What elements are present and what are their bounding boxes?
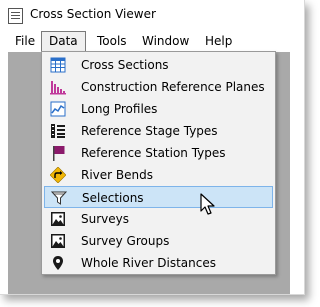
menu-data[interactable]: Data xyxy=(41,31,86,52)
menu-item-reference-station-types[interactable]: Reference Station Types xyxy=(44,142,273,164)
image-icon xyxy=(51,234,65,248)
image-icon xyxy=(51,212,65,226)
menu-item-label: Cross Sections xyxy=(81,58,169,72)
river-bend-sign-icon xyxy=(50,167,66,183)
menu-item-surveys[interactable]: Surveys xyxy=(44,208,273,230)
menu-tools[interactable]: Tools xyxy=(90,31,134,52)
stage-list-icon xyxy=(51,124,65,138)
menu-item-label: Reference Station Types xyxy=(81,146,226,160)
menu-item-label: Reference Stage Types xyxy=(81,124,218,138)
filter-icon xyxy=(51,191,67,205)
data-menu-dropdown: Cross Sections Construction Reference Pl… xyxy=(41,51,276,275)
menu-window[interactable]: Window xyxy=(135,31,196,52)
menu-item-label: Survey Groups xyxy=(81,234,170,248)
menu-item-reference-stage-types[interactable]: Reference Stage Types xyxy=(44,120,273,142)
bars-icon xyxy=(50,81,66,95)
workspace-right-edge xyxy=(290,52,304,294)
menu-item-selections[interactable]: Selections xyxy=(44,186,273,208)
menu-item-whole-river-distances[interactable]: Whole River Distances xyxy=(44,252,273,274)
menu-item-label: Surveys xyxy=(81,212,129,226)
menu-item-construction-reference-planes[interactable]: Construction Reference Planes xyxy=(44,76,273,98)
app-icon xyxy=(8,8,23,24)
menu-item-survey-groups[interactable]: Survey Groups xyxy=(44,230,273,252)
workspace-left-edge xyxy=(0,52,8,294)
menu-item-label: Construction Reference Planes xyxy=(81,80,265,94)
mouse-cursor-icon xyxy=(200,193,215,215)
menu-item-label: River Bends xyxy=(81,168,153,182)
menu-file[interactable]: File xyxy=(8,31,42,52)
menu-bar: File Data Tools Window Help xyxy=(0,31,304,52)
line-profile-icon xyxy=(50,101,66,117)
grid-table-icon xyxy=(50,57,66,73)
menu-item-label: Long Profiles xyxy=(81,102,158,116)
menu-item-label: Selections xyxy=(82,191,144,205)
title-bar: Cross Section Viewer xyxy=(0,0,304,31)
menu-item-long-profiles[interactable]: Long Profiles xyxy=(44,98,273,120)
menu-item-river-bends[interactable]: River Bends xyxy=(44,164,273,186)
menu-help[interactable]: Help xyxy=(198,31,239,52)
map-pin-icon xyxy=(53,256,63,270)
menu-item-label: Whole River Distances xyxy=(81,256,216,270)
menu-item-cross-sections[interactable]: Cross Sections xyxy=(44,54,273,76)
flag-icon xyxy=(53,146,65,161)
window-title: Cross Section Viewer xyxy=(30,7,156,21)
